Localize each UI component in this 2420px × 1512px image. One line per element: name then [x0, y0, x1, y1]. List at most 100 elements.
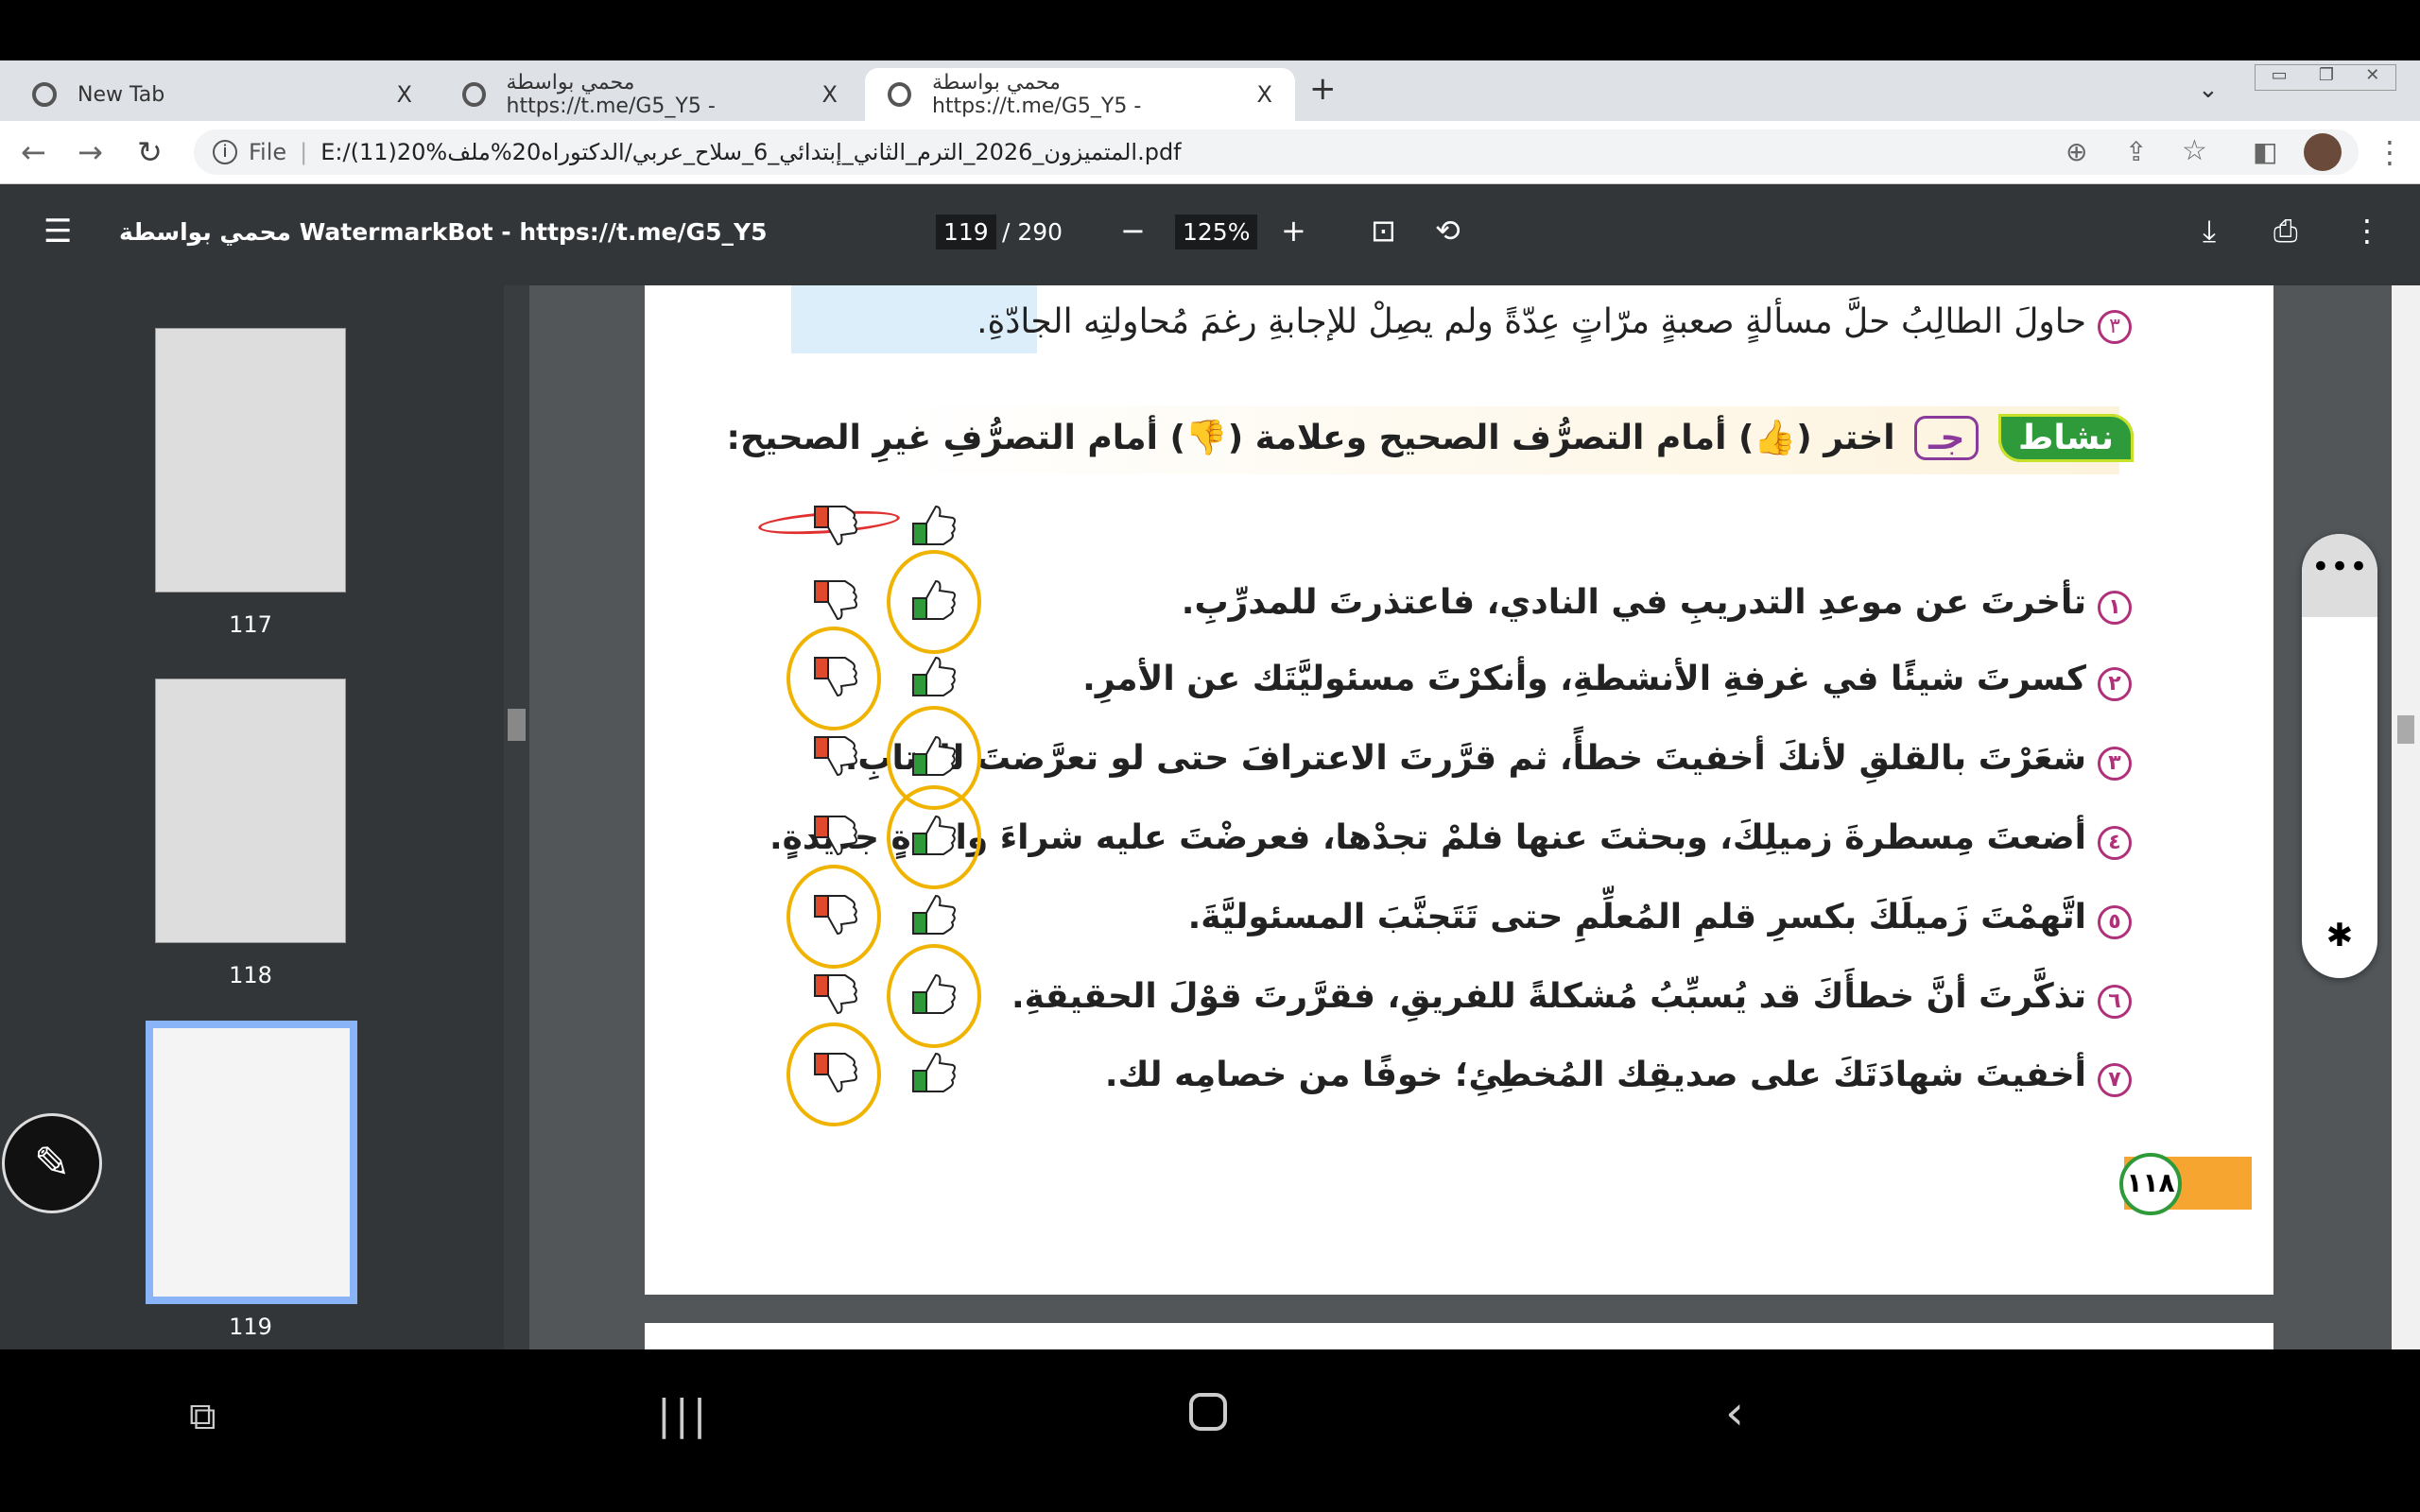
profile-avatar[interactable]: [2304, 133, 2342, 171]
tab-strip: New Tab X محمي بواسطة https://t.me/G5_Y5 …: [0, 60, 2420, 121]
globe-icon: [888, 82, 911, 107]
scheme-label: File: [249, 139, 287, 165]
activity-item: ٥ اتَّهمْتَ زَميلَكَ بكسرِ قلمِ المُعلِّم…: [1188, 898, 2132, 939]
tab-title: محمي بواسطة https://t.me/G5_Y5 -: [506, 71, 716, 118]
side-panel-icon[interactable]: ◧: [2253, 136, 2277, 167]
sidebar-scrollbar[interactable]: [504, 285, 529, 1349]
zoom-level-input[interactable]: 125%: [1175, 215, 1258, 249]
close-window-icon[interactable]: ✕: [2365, 65, 2379, 90]
next-pdf-page: [645, 1323, 2273, 1349]
previous-item: ٣حاولَ الطالِبُ حلَّ مسألةٍ صعبةٍ مرّاتٍ…: [977, 302, 2132, 344]
omnibox[interactable]: i File | E:/(11)20%المتميزون_2026_الترم_…: [194, 129, 2359, 175]
zoom-icon[interactable]: ⊕: [2066, 136, 2087, 167]
thumbs-down-icon[interactable]: [811, 731, 860, 781]
url-text[interactable]: E:/(11)20%المتميزون_2026_الترم_الثاني_إب…: [320, 139, 1181, 165]
zoom-out-button[interactable]: −: [1120, 213, 1146, 249]
download-icon[interactable]: ⤓: [2203, 213, 2216, 249]
floating-side-panel: ••• ✱: [2302, 534, 2377, 978]
thumbs-up-icon[interactable]: [909, 890, 959, 939]
chrome-icon: [32, 82, 57, 107]
thumbnail-label: 117: [229, 611, 272, 638]
thumbs-down-icon[interactable]: [811, 576, 860, 625]
item-number: ٦: [2098, 985, 2132, 1019]
item-number: ١: [2098, 591, 2132, 625]
activity-item: ٣ شعَرْتَ بالقلقِ لأنكَ أخفيتَ خطأً، ثم ق…: [845, 739, 2132, 781]
home-icon[interactable]: [1189, 1393, 1227, 1431]
thumbs-up-icon: [909, 501, 959, 550]
thumbs-up-icon[interactable]: [909, 1048, 959, 1097]
thumbs-up-icon[interactable]: [909, 652, 959, 701]
answer-circle-up: [887, 944, 981, 1048]
edit-pencil-button[interactable]: ✎: [2, 1113, 102, 1213]
activity-item: ٦ تذكَّرتَ أنَّ خطأَكَ قد يُسبِّبُ مُشكلة…: [1011, 977, 2132, 1019]
window-controls[interactable]: ▭ ❐ ✕: [2255, 64, 2396, 91]
more-options-icon[interactable]: ⋮: [2352, 213, 2382, 249]
minimize-icon[interactable]: ▭: [2272, 65, 2288, 90]
close-tab-button[interactable]: X: [822, 81, 838, 108]
restore-icon[interactable]: ❐: [2319, 65, 2334, 90]
item-text: تأخرتَ عن موعدِ التدريبِ في النادي، فاعت…: [1181, 583, 2086, 622]
page-total: / 290: [1002, 218, 1063, 246]
close-tab-button[interactable]: X: [1257, 81, 1272, 108]
android-nav-bar: ⧉ ||| ‹: [0, 1349, 2420, 1512]
item-text: تذكَّرتَ أنَّ خطأَكَ قد يُسبِّبُ مُشكلةً…: [1011, 977, 2086, 1016]
print-icon[interactable]: ⎙: [2273, 213, 2298, 249]
close-tab-button[interactable]: X: [397, 81, 412, 108]
forward-icon[interactable]: →: [78, 134, 103, 170]
screenshot-icon[interactable]: ⧉: [189, 1395, 216, 1438]
bluetooth-icon[interactable]: ✱: [2302, 917, 2377, 954]
recents-icon[interactable]: |||: [657, 1391, 710, 1439]
zoom-in-button[interactable]: +: [1281, 213, 1306, 249]
tab-pdf-2-active[interactable]: محمي بواسطة https://t.me/G5_Y5 - X: [865, 68, 1295, 121]
answer-circle-down: [786, 1022, 881, 1126]
tab-title: New Tab: [78, 82, 165, 107]
page-number-badge: ١١٨: [2119, 1153, 2182, 1215]
thumbnail-page-119-selected[interactable]: [146, 1021, 357, 1304]
item-text: أخفيتَ شهادَتَكَ على صديقِك المُخطِئِ؛ خ…: [1104, 1056, 2086, 1094]
item-number: ٢: [2098, 667, 2132, 701]
item-number: ٣: [2098, 747, 2132, 781]
item-text: اتَّهمْتَ زَميلَكَ بكسرِ قلمِ المُعلِّمِ…: [1187, 898, 2086, 936]
globe-icon: [462, 82, 486, 107]
thumbs-down-icon[interactable]: [811, 811, 860, 860]
activity-letter: جـ: [1914, 416, 1979, 460]
new-tab-button[interactable]: +: [1309, 70, 1337, 108]
reload-icon[interactable]: ↻: [137, 134, 163, 170]
thumbnail-page-117[interactable]: [155, 328, 346, 593]
back-icon[interactable]: ←: [21, 134, 46, 170]
address-bar-row: ← → ↻ i File | E:/(11)20%المتميزون_2026_…: [0, 121, 2420, 184]
info-icon[interactable]: i: [213, 140, 237, 164]
activity-badge: نشاط: [1997, 414, 2134, 462]
activity-item: ٧ أخفيتَ شهادَتَكَ على صديقِك المُخطِئِ؛ …: [1105, 1056, 2132, 1097]
rotate-icon[interactable]: ⟲: [1435, 213, 1461, 249]
thumbnail-label: 119: [229, 1314, 272, 1340]
fit-page-icon[interactable]: ⊡: [1371, 213, 1396, 249]
answer-circle-down: [786, 865, 881, 969]
back-nav-icon[interactable]: ‹: [1725, 1385, 1744, 1440]
tab-pdf-1[interactable]: محمي بواسطة https://t.me/G5_Y5 - X: [440, 68, 860, 121]
page-number-input[interactable]: 119: [936, 215, 996, 249]
thumbnail-label: 118: [229, 962, 272, 988]
document-title: محمي بواسطة WatermarkBot - https://t.me/…: [119, 218, 768, 246]
thumbs-down-icon: [811, 501, 860, 550]
menu-kebab-icon[interactable]: ⋮: [2375, 134, 2405, 170]
more-dots-icon[interactable]: •••: [2302, 534, 2377, 617]
main-scrollbar[interactable]: [2392, 285, 2420, 1349]
hamburger-menu-icon[interactable]: ☰: [43, 213, 72, 250]
activity-header: نشاط جـ اختر (👍) أمام التصرُّف الصحيح وع…: [726, 414, 2134, 462]
thumbs-down-icon[interactable]: [811, 970, 860, 1019]
item-text: شعَرْتَ بالقلقِ لأنكَ أخفيتَ خطأً، ثم قر…: [844, 739, 2086, 778]
thumbnail-page-118[interactable]: [155, 679, 346, 943]
activity-item: ٢ كسرتَ شيئًا في غرفةِ الأنشطةِ، وأنكرْتَ…: [1082, 660, 2132, 701]
pdf-toolbar: ☰ محمي بواسطة WatermarkBot - https://t.m…: [0, 184, 2420, 285]
tab-title: محمي بواسطة https://t.me/G5_Y5 -: [931, 71, 1142, 118]
bookmark-star-icon[interactable]: ☆: [2182, 134, 2207, 167]
pdf-viewport: ٣حاولَ الطالِبُ حلَّ مسألةٍ صعبةٍ مرّاتٍ…: [529, 285, 2392, 1349]
item-number: ٤: [2098, 826, 2132, 860]
tab-new-tab[interactable]: New Tab X: [9, 68, 435, 121]
activity-item: ١ تأخرتَ عن موعدِ التدريبِ في النادي، فاع…: [1182, 583, 2132, 625]
activity-instruction: اختر (👍) أمام التصرُّف الصحيح وعلامة (👎)…: [726, 419, 1895, 457]
pdf-page: ٣حاولَ الطالِبُ حلَّ مسألةٍ صعبةٍ مرّاتٍ…: [645, 285, 2273, 1295]
tab-search-chevron-icon[interactable]: ⌄: [2198, 76, 2219, 104]
share-icon[interactable]: ⇪: [2125, 136, 2147, 167]
